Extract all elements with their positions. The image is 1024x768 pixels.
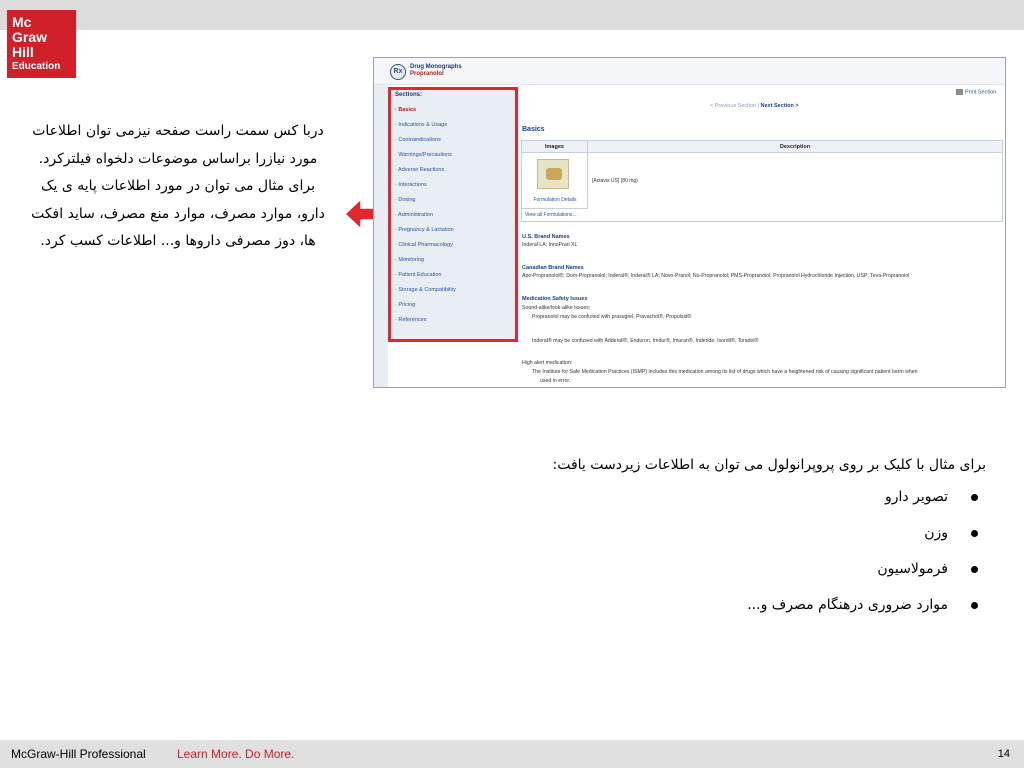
us-brand-value: Inderal LA; InnoPran XL (522, 242, 578, 248)
formulation-table: Images Description Formulation Details [… (521, 140, 1003, 222)
formulation-details-link[interactable]: Formulation Details (522, 197, 588, 203)
print-section-label: Print Section (965, 89, 997, 96)
pager-separator: | (757, 103, 759, 109)
mcgraw-hill-logo: Mc Graw Hill Education (7, 10, 76, 78)
list-item-label: وزن (924, 525, 948, 541)
bullet-icon (971, 566, 978, 573)
drug-name: Propranolol (410, 71, 444, 77)
rx-icon: Rx (390, 64, 406, 80)
previous-section-link[interactable]: < Previous Section (710, 103, 756, 109)
page-number: 14 (997, 748, 1010, 760)
list-item-label: موارد ضروری درهنگام مصرف و... (747, 597, 948, 613)
image-cell: Formulation Details (522, 153, 588, 209)
section-link-basics[interactable]: · Basics (395, 107, 416, 113)
monograph-title: Drug Monographs (410, 64, 462, 70)
canadian-brand-value: Apo-Propranolol®; Dom-Propranolol; Inder… (522, 273, 910, 279)
monograph-header: Rx Drug Monographs Propranolol (374, 58, 1005, 85)
top-band (0, 0, 1024, 30)
safety-heading: Medication Safety Issues (522, 296, 588, 302)
list-item-label: فرمولاسیون (877, 561, 948, 577)
images-column-header: Images (522, 141, 588, 153)
sections-sidebar: Sections: · Basics · Indications & Usage… (388, 87, 518, 342)
section-link-contraindications[interactable]: · Contraindications (395, 137, 441, 143)
list-item: وزن (470, 523, 986, 543)
right-intro-text: برای مثال با کلیک بر روی پروپرانولول می … (552, 457, 986, 473)
list-item: تصویر دارو (470, 487, 986, 507)
bullet-icon (971, 530, 978, 537)
bullet-icon (971, 602, 978, 609)
next-section-link[interactable]: Next Section > (761, 103, 799, 109)
footer: McGraw-Hill Professional Learn More. Do … (0, 740, 1024, 768)
high-alert-line-2: The Institute for Safe Medication Practi… (532, 369, 918, 375)
left-strip (374, 85, 388, 387)
high-alert-line-3: used in error. (540, 378, 571, 384)
list-item-label: تصویر دارو (885, 489, 948, 505)
high-alert-line-1: High alert medication: (522, 360, 573, 366)
section-link-warnings[interactable]: · Warnings/Precautions (395, 152, 452, 158)
logo-line3: Hill (12, 44, 34, 60)
section-link-pharmacology[interactable]: · Clinical Pharmacology (395, 242, 453, 248)
section-link-monitoring[interactable]: · Monitoring (395, 257, 424, 263)
section-pager: < Previous Section | Next Section > (710, 103, 799, 109)
right-description: برای مثال با کلیک بر روی پروپرانولول می … (470, 455, 986, 631)
view-all-formulations-link[interactable]: View all Formulations... (525, 212, 577, 218)
feature-list: تصویر دارو وزن فرمولاسیون موارد ضروری در… (470, 487, 986, 615)
section-link-storage[interactable]: · Storage & Compatibility (395, 287, 456, 293)
description-value: [Actavis US] (80 mg) (592, 178, 638, 184)
pill-image[interactable] (537, 159, 569, 189)
bullet-icon (971, 494, 978, 501)
list-item: فرمولاسیون (470, 559, 986, 579)
section-link-adverse-reactions[interactable]: · Adverse Reactions (395, 167, 444, 173)
section-link-interactions[interactable]: · Interactions (395, 182, 427, 188)
description-column-header: Description (588, 141, 1002, 153)
us-brand-heading: U.S. Brand Names (522, 234, 570, 240)
print-section-link[interactable]: Print Section (956, 89, 996, 95)
section-link-patient-education[interactable]: · Patient Education (395, 272, 441, 278)
pill-shape (546, 168, 562, 180)
section-link-indications[interactable]: · Indications & Usage (395, 122, 447, 128)
logo-line4: Education (12, 61, 61, 72)
section-link-references[interactable]: · References (395, 317, 427, 323)
footer-tagline: Learn More. Do More. (177, 747, 295, 761)
section-link-pricing[interactable]: · Pricing (395, 302, 415, 308)
safety-line-3: Inderal® may be confused with Adderall®,… (532, 338, 759, 344)
sections-title: Sections: (395, 92, 423, 98)
safety-line-1: Sound-alike/look-alike issues: (522, 305, 591, 311)
logo-line2: Graw (12, 29, 48, 45)
canadian-brand-heading: Canadian Brand Names (522, 265, 584, 271)
safety-line-2: Propranolol may be confused with prasugr… (532, 314, 692, 320)
section-link-administration[interactable]: · Administration (395, 212, 433, 218)
print-icon (956, 89, 963, 95)
left-description-text: دربا کس سمت راست صفحه نیزمی توان اطلاعات… (31, 123, 325, 249)
section-link-pregnancy[interactable]: · Pregnancy & Lactation (395, 227, 454, 233)
drug-monograph-screenshot: Rx Drug Monographs Propranolol Sections:… (373, 57, 1006, 388)
footer-brand: McGraw-Hill Professional (11, 747, 146, 761)
list-item: موارد ضروری درهنگام مصرف و... (470, 595, 986, 615)
basics-heading: Basics (522, 126, 545, 133)
section-link-dosing[interactable]: · Dosing (395, 197, 415, 203)
logo-line1: Mc (12, 14, 32, 30)
